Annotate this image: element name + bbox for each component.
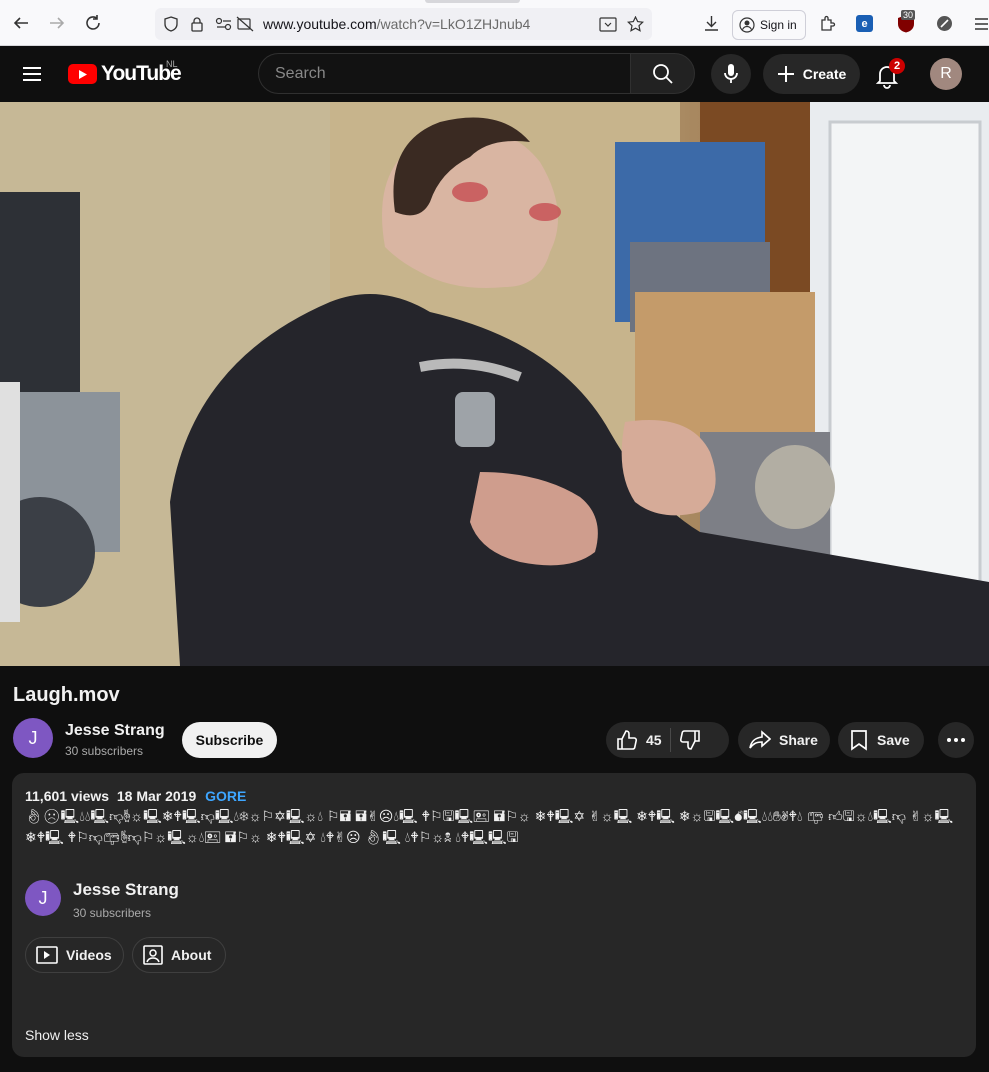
upload-date: 18 Mar 2019 (116, 788, 197, 804)
more-actions-button[interactable] (938, 722, 974, 758)
create-button[interactable]: Create (763, 54, 860, 94)
forward-button[interactable] (39, 5, 75, 41)
shield-icon (164, 16, 178, 32)
play-icon (68, 64, 97, 84)
video-title: Laugh.mov (13, 684, 120, 706)
download-icon[interactable] (703, 15, 720, 32)
account-icon (739, 17, 755, 33)
ublock-badge: 30 (901, 10, 916, 20)
like-button[interactable]: 45 (606, 729, 662, 751)
show-less-button[interactable]: Show less (25, 1027, 89, 1043)
video-icon (36, 946, 58, 964)
like-dislike-group: 45 (606, 722, 729, 758)
thumbs-up-icon (617, 730, 638, 750)
contact-card-icon (143, 945, 163, 965)
url-text: www.youtube.com/watch?v=LkO1ZHJnub4 (263, 16, 531, 32)
camera-blocked-icon (236, 16, 254, 32)
tab-indicator (425, 0, 520, 3)
channel-avatar[interactable]: J (13, 718, 53, 758)
sign-in-button[interactable]: Sign in (732, 10, 806, 40)
url-bar[interactable]: www.youtube.com/watch?v=LkO1ZHJnub4 (155, 8, 652, 40)
search-box (258, 53, 631, 94)
about-channel-name[interactable]: Jesse Strang (73, 880, 179, 900)
about-channel-avatar[interactable]: J (25, 880, 61, 916)
description-panel[interactable]: 11,601 views 18 Mar 2019 GORE 👌︎☹︎🖳︎💧︎💧︎… (12, 773, 976, 1057)
permissions-icon (215, 17, 232, 31)
hashtag-link[interactable]: GORE (205, 788, 246, 804)
bookmark-icon (851, 730, 867, 751)
subscriber-count: 30 subscribers (65, 744, 144, 758)
save-label: Save (877, 732, 910, 748)
microphone-icon (724, 64, 738, 83)
back-button[interactable] (3, 5, 39, 41)
share-label: Share (779, 732, 818, 748)
search-input[interactable] (259, 54, 631, 93)
videos-label: Videos (66, 947, 112, 963)
video-player[interactable] (0, 102, 989, 666)
reader-view-icon[interactable] (599, 17, 617, 32)
container-extension-icon[interactable]: e (856, 15, 873, 32)
extensions-icon[interactable] (819, 15, 836, 32)
view-count: 11,601 views (25, 788, 110, 804)
share-icon (749, 730, 771, 749)
about-label: About (171, 947, 212, 963)
search-button[interactable] (630, 53, 695, 94)
description-text: 👌︎☹︎🖳︎💧︎💧︎🖳︎👎︎✌︎☼︎🖳︎❄︎🕈︎🖳︎👎︎🖳︎💧︎❄︎☼︎⚐︎✡︎… (25, 808, 954, 845)
channel-name[interactable]: Jesse Strang (65, 722, 165, 740)
videos-button[interactable]: Videos (25, 937, 124, 973)
dislike-button[interactable] (679, 729, 701, 751)
voice-search-button[interactable] (711, 54, 751, 94)
country-code: NL (166, 59, 178, 69)
save-button[interactable]: Save (838, 722, 924, 758)
speedometer-extension-icon[interactable] (936, 15, 953, 32)
create-label: Create (802, 66, 847, 82)
video-meta: 11,601 views 18 Mar 2019 GORE (25, 788, 246, 804)
more-horizontal-icon (947, 738, 965, 742)
reload-icon (86, 15, 100, 30)
about-button[interactable]: About (132, 937, 226, 973)
youtube-header: YouTube NL Create 2 R (0, 46, 989, 102)
account-avatar[interactable]: R (930, 58, 962, 90)
bookmark-star-icon[interactable] (627, 16, 644, 32)
menu-icon[interactable] (974, 17, 989, 31)
notification-badge: 2 (889, 58, 905, 74)
share-button[interactable]: Share (738, 722, 830, 758)
like-count: 45 (646, 732, 662, 748)
plus-icon (777, 66, 794, 82)
about-subscriber-count: 30 subscribers (73, 906, 152, 920)
reload-button[interactable] (75, 5, 111, 41)
back-arrow-icon (13, 17, 28, 29)
browser-toolbar: www.youtube.com/watch?v=LkO1ZHJnub4 Sign… (0, 0, 989, 46)
lock-icon (191, 17, 203, 32)
sign-in-label: Sign in (760, 18, 797, 32)
youtube-logo[interactable]: YouTube NL (68, 59, 182, 86)
subscribe-button[interactable]: Subscribe (182, 722, 277, 758)
forward-arrow-icon (50, 17, 65, 29)
video-frame (0, 102, 989, 666)
notifications-button[interactable]: 2 (874, 58, 905, 90)
like-divider (669, 728, 671, 752)
thumbs-down-icon (679, 730, 700, 750)
ublock-icon[interactable]: 30 (897, 10, 916, 33)
search-icon (652, 63, 673, 84)
guide-menu-button[interactable] (20, 63, 44, 85)
